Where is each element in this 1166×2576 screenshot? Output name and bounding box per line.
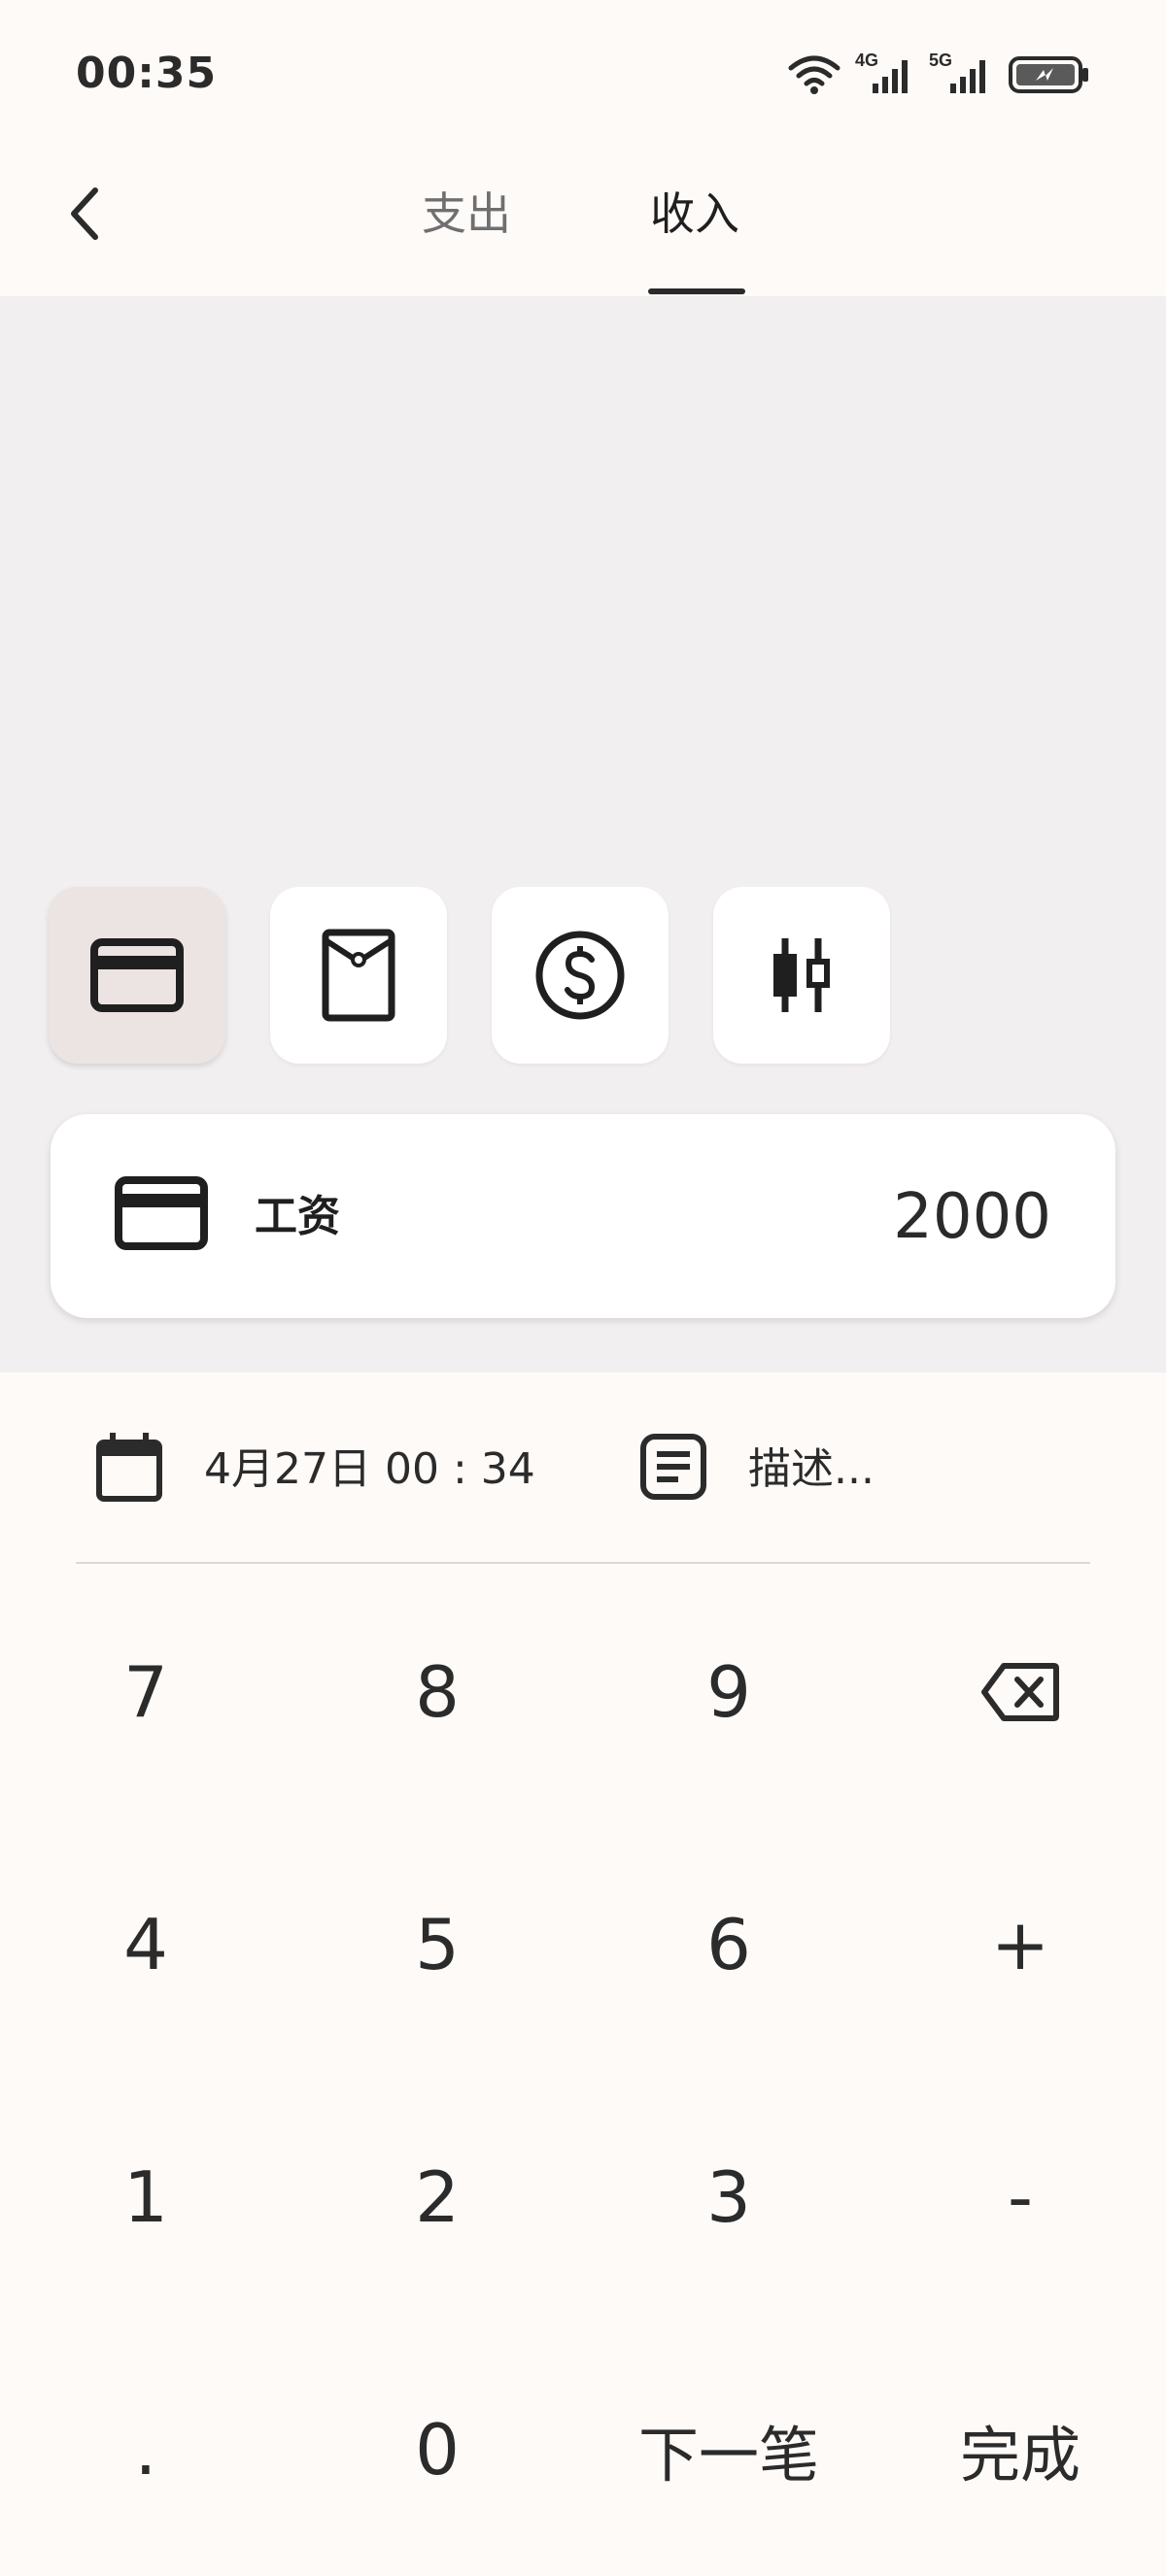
key-6[interactable]: 6 [583, 1818, 874, 2071]
key-2[interactable]: 2 [292, 2071, 583, 2323]
wifi-icon [788, 55, 840, 94]
key-minus[interactable]: - [874, 2071, 1166, 2323]
entry-amount: 2000 [893, 1181, 1051, 1253]
calendar-icon[interactable] [95, 1431, 163, 1503]
content-area: 工资 2000 [0, 296, 1166, 1373]
key-3[interactable]: 3 [583, 2071, 874, 2323]
meta-row: 4月27日 00 : 34 描述... [0, 1373, 1166, 1562]
key-decimal[interactable]: . [0, 2323, 292, 2576]
tab-expense[interactable]: 支出 [335, 126, 598, 301]
battery-charging-icon [1009, 56, 1088, 93]
status-icons: 4G 5G [787, 51, 1090, 95]
key-backspace[interactable] [874, 1566, 1166, 1818]
candlestick-chart-icon [773, 938, 830, 1012]
chevron-left-icon [71, 187, 98, 240]
signal-5g-icon: 5G [929, 51, 985, 93]
credit-card-icon [90, 938, 184, 1012]
done-button[interactable]: 完成 [874, 2323, 1166, 2576]
net-4g-label: 4G [855, 51, 878, 70]
date-time-label[interactable]: 4月27日 00 : 34 [204, 1441, 535, 1499]
key-0[interactable]: 0 [292, 2323, 583, 2576]
category-selector [49, 887, 890, 1064]
notes-icon[interactable] [639, 1433, 707, 1501]
key-8[interactable]: 8 [292, 1566, 583, 1818]
key-plus[interactable]: + [874, 1818, 1166, 2071]
key-5[interactable]: 5 [292, 1818, 583, 2071]
credit-card-icon [115, 1176, 208, 1250]
status-time: 00:35 [76, 49, 218, 98]
dollar-coin-icon [535, 931, 625, 1020]
entry-category-name: 工资 [255, 1192, 340, 1241]
net-5g-label: 5G [929, 51, 952, 70]
header: 支出 收入 [0, 121, 1166, 301]
red-envelope-icon [322, 929, 395, 1022]
category-investment-button[interactable] [713, 887, 890, 1064]
number-keypad: 7 8 9 4 5 6 + 1 2 3 - . 0 下一笔 完成 [0, 1566, 1166, 2576]
category-dollar-button[interactable] [492, 887, 669, 1064]
description-input[interactable]: 描述... [748, 1441, 874, 1499]
category-red-envelope-button[interactable] [270, 887, 447, 1064]
active-tab-indicator [648, 288, 745, 294]
key-9[interactable]: 9 [583, 1566, 874, 1818]
divider [76, 1562, 1090, 1564]
entry-card[interactable]: 工资 2000 [51, 1114, 1115, 1318]
key-1[interactable]: 1 [0, 2071, 292, 2323]
back-button[interactable] [54, 175, 113, 253]
key-7[interactable]: 7 [0, 1566, 292, 1818]
key-4[interactable]: 4 [0, 1818, 292, 2071]
backspace-icon [981, 1663, 1059, 1721]
signal-4g-icon: 4G [855, 51, 908, 93]
category-salary-button[interactable] [49, 887, 225, 1064]
next-entry-button[interactable]: 下一笔 [583, 2323, 874, 2576]
tab-income[interactable]: 收入 [636, 180, 753, 248]
